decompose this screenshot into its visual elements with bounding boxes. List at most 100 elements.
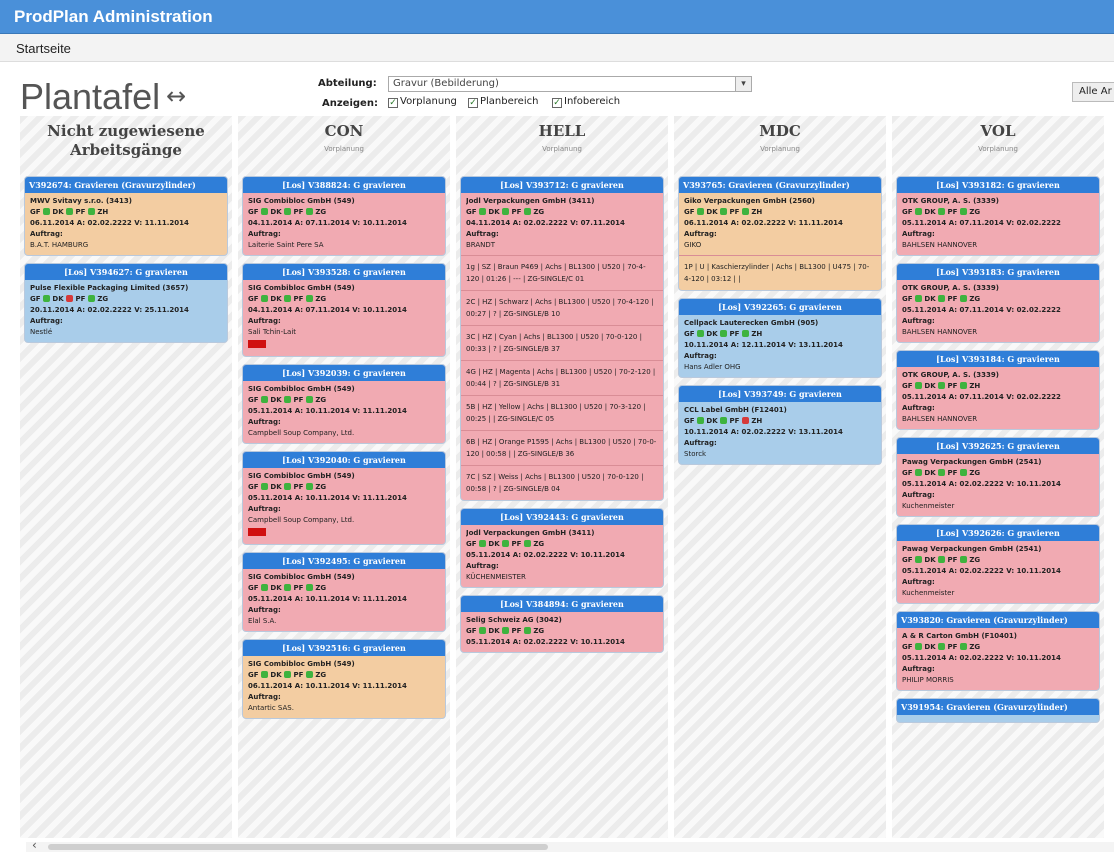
card-title[interactable]: [Los] V392039: G gravieren	[243, 365, 445, 381]
scroll-left-icon[interactable]: ‹	[32, 838, 37, 852]
auftrag-label: Auftrag:	[248, 418, 281, 426]
status-label: DK	[270, 483, 282, 491]
job-card[interactable]: [Los] V393528: G gravieren SIG Combibloc …	[242, 263, 446, 357]
job-card[interactable]: [Los] V393712: G gravieren Jodl Verpackun…	[460, 176, 664, 501]
column-title: Nicht zugewiesene Arbeitsgänge	[47, 122, 205, 159]
status-ok-icon	[260, 396, 268, 403]
card-title[interactable]: [Los] V392625: G gravieren	[897, 438, 1099, 454]
column-2: HELL Vorplanung [Los] V393712: G gravieren…	[456, 116, 668, 838]
status-label: GF	[30, 208, 41, 216]
company-name: Giko Verpackungen GmbH (2560)	[684, 197, 816, 205]
card-title[interactable]: [Los] V392495: G gravieren	[243, 553, 445, 569]
scrollbar-thumb[interactable]	[48, 844, 548, 850]
status-ok-icon	[914, 643, 922, 650]
card-title[interactable]: V391954: Gravieren (Gravurzylinder)	[897, 699, 1099, 715]
job-card[interactable]: [Los] V392039: G gravieren SIG Combibloc …	[242, 364, 446, 444]
status-row: GF DK PF ZG	[248, 395, 440, 406]
status-ok-icon	[260, 483, 268, 490]
auftrag-value: Storck	[684, 450, 707, 458]
operation-row[interactable]: 5B | HZ | Yellow | Achs | BL1300 | U520 …	[461, 395, 663, 430]
job-card[interactable]: [Los] V394627: G gravieren Pulse Flexible…	[24, 263, 228, 343]
status-label: DK	[270, 396, 282, 404]
status-ok-icon	[914, 556, 922, 563]
card-title[interactable]: V392674: Gravieren (Gravurzylinder)	[25, 177, 227, 193]
card-title[interactable]: [Los] V393749: G gravieren	[679, 386, 881, 402]
card-dates: 06.11.2014 A: 02.02.2222 V: 11.11.2014	[684, 219, 843, 227]
operation-row[interactable]: 3C | HZ | Cyan | Achs | BL1300 | U520 | …	[461, 325, 663, 360]
card-title[interactable]: [Los] V394627: G gravieren	[25, 264, 227, 280]
card-title[interactable]: V393765: Gravieren (Gravurzylinder)	[679, 177, 881, 193]
job-card[interactable]: [Los] V393184: G gravieren OTK GROUP, A. …	[896, 350, 1100, 430]
app-title[interactable]: ProdPlan Administration	[14, 7, 213, 27]
card-title[interactable]: [Los] V384894: G gravieren	[461, 596, 663, 612]
auftrag-value: PHILIP MORRIS	[902, 676, 954, 684]
job-card[interactable]: [Los] V392516: G gravieren SIG Combibloc …	[242, 639, 446, 719]
job-card[interactable]: [Los] V392265: G gravieren Cellpack Laute…	[678, 298, 882, 378]
status-ok-icon	[523, 208, 531, 215]
status-label: ZH	[751, 208, 763, 216]
card-title[interactable]: [Los] V392265: G gravieren	[679, 299, 881, 315]
job-card[interactable]: [Los] V393183: G gravieren OTK GROUP, A. …	[896, 263, 1100, 343]
expand-arrows-icon[interactable]: ↔	[166, 82, 186, 110]
horizontal-scrollbar[interactable]: ‹	[26, 838, 1114, 852]
auftrag-label: Auftrag:	[248, 230, 281, 238]
job-card[interactable]: [Los] V393182: G gravieren OTK GROUP, A. …	[896, 176, 1100, 256]
checkbox-icon[interactable]: ✓	[388, 98, 398, 108]
job-card[interactable]: V392674: Gravieren (Gravurzylinder) MWV S…	[24, 176, 228, 256]
card-title[interactable]: [Los] V392516: G gravieren	[243, 640, 445, 656]
card-title[interactable]: [Los] V393183: G gravieren	[897, 264, 1099, 280]
job-card[interactable]: [Los] V384894: G gravieren Selig Schweiz …	[460, 595, 664, 653]
operation-row[interactable]: 7C | SZ | Weiss | Achs | BL1300 | U520 |…	[461, 465, 663, 500]
red-flag-icon	[248, 528, 266, 536]
job-card[interactable]: [Los] V393749: G gravieren CCL Label GmbH…	[678, 385, 882, 465]
check-infobereich[interactable]: ✓ Infobereich	[552, 96, 620, 108]
card-title[interactable]: [Los] V393184: G gravieren	[897, 351, 1099, 367]
card-dates: 06.11.2014 A: 10.11.2014 V: 11.11.2014	[248, 682, 407, 690]
job-card[interactable]: [Los] V392040: G gravieren SIG Combibloc …	[242, 451, 446, 545]
status-row: GF DK PF ZG	[466, 626, 658, 637]
card-title[interactable]: [Los] V392626: G gravieren	[897, 525, 1099, 541]
card-title[interactable]: [Los] V393182: G gravieren	[897, 177, 1099, 193]
card-title[interactable]: [Los] V388824: G gravieren	[243, 177, 445, 193]
checkbox-icon[interactable]: ✓	[468, 98, 478, 108]
status-label: ZG	[315, 584, 327, 592]
job-card[interactable]: [Los] V392495: G gravieren SIG Combibloc …	[242, 552, 446, 632]
status-label: PF	[729, 208, 740, 216]
job-card[interactable]: V393820: Gravieren (Gravurzylinder) A & R…	[896, 611, 1100, 691]
card-title[interactable]: [Los] V393528: G gravieren	[243, 264, 445, 280]
operation-row[interactable]: 4G | HZ | Magenta | Achs | BL1300 | U520…	[461, 360, 663, 395]
all-button[interactable]: Alle Ar	[1072, 82, 1114, 102]
operation-row[interactable]: 6B | HZ | Orange P1595 | Achs | BL1300 |…	[461, 430, 663, 465]
card-title[interactable]: [Los] V393712: G gravieren	[461, 177, 663, 193]
card-dates: 06.11.2014 A: 02.02.2222 V: 11.11.2014	[30, 219, 189, 227]
job-card[interactable]: [Los] V392443: G gravieren Jodl Verpackun…	[460, 508, 664, 588]
card-title[interactable]: V393820: Gravieren (Gravurzylinder)	[897, 612, 1099, 628]
home-link[interactable]: Startseite	[16, 41, 71, 56]
job-card[interactable]: V391954: Gravieren (Gravurzylinder)	[896, 698, 1100, 723]
status-ok-icon	[478, 627, 486, 634]
job-card[interactable]: [Los] V392625: G gravieren Pawag Verpacku…	[896, 437, 1100, 517]
operation-row[interactable]: 1P | U | Kaschierzylinder | Achs | BL130…	[679, 255, 881, 290]
status-label: PF	[293, 671, 304, 679]
checkbox-icon[interactable]: ✓	[552, 98, 562, 108]
chevron-down-icon[interactable]: ▾	[735, 77, 751, 91]
job-card[interactable]: [Los] V388824: G gravieren SIG Combibloc …	[242, 176, 446, 256]
auftrag-value: BRANDT	[466, 241, 496, 249]
auftrag-label: Auftrag:	[248, 317, 281, 325]
card-dates: 05.11.2014 A: 07.11.2014 V: 02.02.2222	[902, 393, 1061, 401]
job-card[interactable]: V393765: Gravieren (Gravurzylinder) Giko …	[678, 176, 882, 291]
status-row: GF DK PF ZG	[466, 539, 658, 550]
card-title[interactable]: [Los] V392040: G gravieren	[243, 452, 445, 468]
check-planbereich[interactable]: ✓ Planbereich	[468, 96, 538, 108]
anzeigen-label: Anzeigen:	[322, 98, 378, 109]
card-title[interactable]: [Los] V392443: G gravieren	[461, 509, 663, 525]
status-label: GF	[248, 584, 259, 592]
job-card[interactable]: [Los] V392626: G gravieren Pawag Verpacku…	[896, 524, 1100, 604]
status-ok-icon	[720, 208, 728, 215]
status-label: GF	[248, 396, 259, 404]
status-ok-icon	[914, 295, 922, 302]
operation-row[interactable]: 1g | SZ | Braun P469 | Achs | BL1300 | U…	[461, 255, 663, 290]
abteilung-select[interactable]: Gravur (Bebilderung) ▾	[388, 76, 752, 92]
operation-row[interactable]: 2C | HZ | Schwarz | Achs | BL1300 | U520…	[461, 290, 663, 325]
check-vorplanung[interactable]: ✓ Vorplanung	[388, 96, 457, 108]
